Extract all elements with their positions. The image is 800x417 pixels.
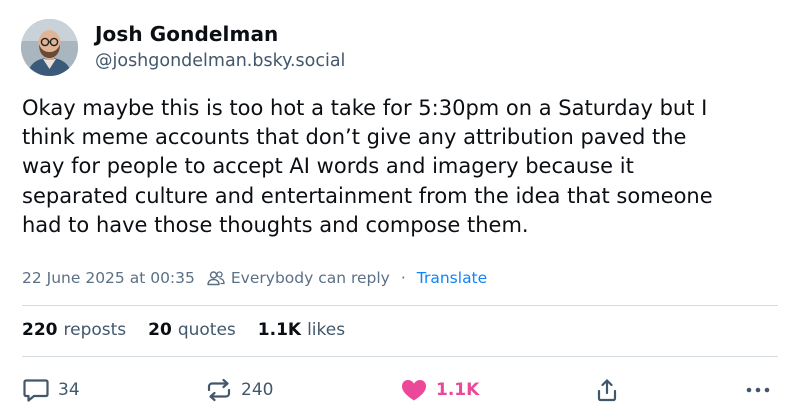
quotes-stat[interactable]: 20 quotes [148, 320, 236, 340]
post-text: Okay maybe this is too hot a take for 5:… [22, 94, 782, 240]
share-button[interactable] [594, 373, 620, 407]
reposts-stat[interactable]: 220 reposts [22, 320, 126, 340]
reposts-count: 220 [22, 320, 58, 340]
reply-button[interactable]: 34 [22, 373, 80, 407]
author-display-name[interactable]: Josh Gondelman [95, 22, 278, 46]
avatar[interactable] [21, 19, 78, 76]
people-icon [207, 270, 225, 286]
likes-count: 1.1K [257, 320, 302, 340]
meta-separator: · [400, 269, 406, 287]
more-button[interactable] [744, 373, 772, 407]
divider [22, 356, 778, 357]
post-text-line: think meme accounts that don’t give any … [22, 125, 687, 150]
likes-stat[interactable]: 1.1K likes [258, 320, 345, 340]
more-horizontal-icon [744, 377, 772, 403]
reply-bubble-icon [22, 377, 50, 403]
post-text-line: separated culture and entertainment from… [22, 183, 713, 208]
post-text-line: had to have those thoughts and compose t… [22, 212, 529, 237]
reposts-label: reposts [63, 320, 127, 340]
heart-icon [400, 377, 428, 403]
like-button[interactable]: 1.1K [400, 373, 479, 407]
like-count: 1.1K [436, 380, 480, 400]
reply-count: 34 [58, 380, 80, 400]
post-text-line: way for people to accept AI words and im… [22, 154, 634, 179]
avatar-photo [21, 19, 78, 76]
quotes-count: 20 [148, 320, 172, 340]
quotes-label: quotes [177, 320, 236, 340]
reply-setting: Everybody can reply [207, 269, 390, 287]
post-card: Josh Gondelman @joshgondelman.bsky.socia… [0, 0, 800, 417]
engagement-stats: 220 reposts 20 quotes 1.1K likes [22, 320, 367, 340]
post-timestamp[interactable]: 22 June 2025 at 00:35 [22, 269, 195, 287]
post-meta: 22 June 2025 at 00:35 Everybody can repl… [22, 267, 487, 289]
post-actions: 34 240 1.1K [22, 373, 778, 407]
post-text-line: Okay maybe this is too hot a take for 5:… [22, 96, 708, 120]
author-handle[interactable]: @joshgondelman.bsky.social [95, 51, 345, 71]
divider [22, 305, 778, 306]
likes-label: likes [307, 320, 346, 340]
translate-link[interactable]: Translate [417, 269, 487, 287]
reply-setting-label: Everybody can reply [230, 269, 390, 287]
share-icon [594, 377, 620, 403]
repost-count: 240 [241, 380, 274, 400]
repost-icon [205, 377, 233, 403]
repost-button[interactable]: 240 [205, 373, 273, 407]
